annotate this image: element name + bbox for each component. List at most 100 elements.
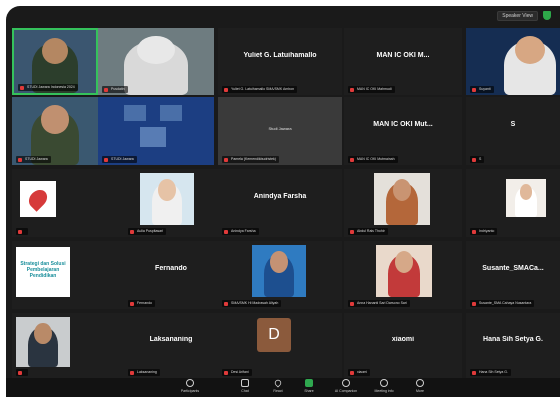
more-icon <box>416 379 424 387</box>
person-head <box>41 105 69 134</box>
person-head <box>270 251 288 274</box>
video-tile[interactable]: Abdul Rais Thohir <box>344 169 462 237</box>
name-label <box>16 369 28 376</box>
participant-name: Laksananing <box>149 336 193 344</box>
person-head <box>519 183 533 200</box>
participant-name: Fernando <box>155 265 187 273</box>
name-label: S <box>470 156 485 163</box>
video-tile[interactable]: Hana Sih Setya G. Hana Sih Setya G. <box>466 313 560 378</box>
profile-picture <box>376 245 432 297</box>
profile-picture <box>140 173 194 225</box>
video-tile[interactable]: Aulia Puspitasari <box>124 169 218 237</box>
participant-name: S <box>510 121 516 129</box>
video-tile[interactable]: STUDI Jawara Indonesia 2024 <box>12 28 98 95</box>
video-tile[interactable]: MAN IC OKI M... MAN IC OKI Mahmudi <box>344 28 462 95</box>
avatar: D <box>257 318 291 352</box>
heart-icon <box>273 378 283 388</box>
name-label: Susante_SMA Cahaya Nusantara <box>470 300 535 307</box>
name-label: SMA/SMK Hi Madrasah Aliyah <box>222 300 282 307</box>
video-tile[interactable]: Anna Hananti Sari Darsono Sari <box>344 241 462 309</box>
meeting-toolbar: Participants Chat React Share AI Compani… <box>6 378 560 397</box>
name-label: Aulia Puspitasari <box>128 228 167 235</box>
share-button[interactable]: Share <box>291 379 327 397</box>
zoom-meeting-window: Speaker View STUDI Jawara Indonesia 2024… <box>6 6 560 397</box>
name-label: MAN IC OKI Mahmudi <box>348 86 395 93</box>
profile-picture <box>252 245 306 297</box>
profile-picture <box>16 317 70 367</box>
participant-name: Susante_SMACa... <box>482 265 544 273</box>
name-label: MAN IC OKI Mutmainah <box>348 156 398 163</box>
video-tile[interactable]: Fernando Fernando <box>124 241 218 309</box>
name-label: STUDI Jawara <box>16 156 51 163</box>
person-head <box>41 37 69 64</box>
video-tile[interactable]: xiaomi xiaomi <box>344 313 462 378</box>
video-tile[interactable]: Anindya Farsha Anindya Farsha <box>218 169 342 237</box>
participant-name: Hana Sih Setya G. <box>483 336 543 344</box>
name-label: Yuliet G. Latuihamallo SMA/SMK Ambon <box>222 86 298 93</box>
chat-button[interactable]: Chat <box>227 379 263 397</box>
participant-name: Yuliet G. Latuihamallo <box>243 52 317 60</box>
video-tile[interactable]: STUDI Jawara <box>98 97 214 165</box>
name-label: Anna Hananti Sari Darsono Sari <box>348 300 410 307</box>
info-icon <box>380 379 388 387</box>
participant-video <box>98 97 214 165</box>
participant-video <box>12 97 98 165</box>
name-label: Hana Sih Setya G. <box>470 369 511 376</box>
participant-name: MAN IC OKI Mut... <box>373 121 433 129</box>
security-shield-icon[interactable] <box>543 11 551 20</box>
person-head <box>34 323 52 344</box>
person-head <box>395 251 413 274</box>
name-label: Abdul Rais Thohir <box>348 228 388 235</box>
video-tile[interactable] <box>12 169 124 237</box>
name-label: Anindya Farsha <box>222 228 259 235</box>
name-label <box>16 228 28 235</box>
participant-video <box>98 28 214 95</box>
view-button[interactable]: Speaker View <box>497 11 538 21</box>
person-head <box>514 36 545 65</box>
profile-picture <box>506 179 546 217</box>
ai-companion-button[interactable]: AI Companion <box>328 379 364 397</box>
participants-button[interactable]: Participants <box>172 379 208 397</box>
participant-name: Anindya Farsha <box>253 193 307 201</box>
name-label: xiaomi <box>348 369 371 376</box>
person-head <box>137 36 175 65</box>
video-tile[interactable]: Laksananing Laksananing <box>124 313 218 378</box>
name-label: STUDI Jawara <box>102 156 137 163</box>
ai-companion-icon <box>342 379 350 387</box>
video-tile[interactable]: Studi Jawara Pamela (Kemendikbudristek) <box>218 97 342 165</box>
video-tile[interactable]: STUDI Jawara <box>12 97 98 165</box>
chat-icon <box>241 379 249 387</box>
name-label: Indriyanto <box>470 228 498 235</box>
video-tile[interactable]: MAN IC OKI Mut... MAN IC OKI Mutmainah <box>344 97 462 165</box>
heart-icon <box>25 186 51 212</box>
name-label: Laksananing <box>128 369 160 376</box>
meeting-info-button[interactable]: Meeting info <box>366 379 402 397</box>
profile-picture <box>20 181 56 217</box>
shared-screen-title: Studi Jawara <box>268 125 292 131</box>
more-button[interactable]: More <box>402 379 438 397</box>
banner-text: Strategi dan Solusi Pembelajaran Pendidi… <box>20 261 66 279</box>
participants-icon <box>186 379 194 387</box>
sub-video-thumbnail <box>160 105 182 121</box>
name-label: Pamela (Kemendikbudristek) <box>222 156 279 163</box>
name-label: Desi Arifani <box>222 369 252 376</box>
name-label: Fernando <box>128 300 155 307</box>
video-tile[interactable]: Suyanti <box>466 28 560 95</box>
sub-video-thumbnail <box>140 127 166 147</box>
participant-name: MAN IC OKI M... <box>376 52 430 60</box>
profile-picture <box>374 173 430 225</box>
participant-video <box>466 28 560 95</box>
name-label: Suyanti <box>470 86 494 93</box>
sub-video-thumbnail <box>124 105 146 121</box>
video-tile[interactable] <box>12 313 124 378</box>
profile-picture: Strategi dan Solusi Pembelajaran Pendidi… <box>16 247 70 297</box>
video-tile[interactable]: Yuliet G. Latuihamallo Yuliet G. Latuiha… <box>218 28 342 95</box>
name-label: STUDI Jawara Indonesia 2024 <box>18 84 78 91</box>
video-tile[interactable]: SMA/SMK Hi Madrasah Aliyah <box>218 241 342 309</box>
person-head <box>158 179 176 202</box>
video-tile[interactable]: Pusdatin <box>98 28 214 95</box>
video-tile[interactable]: Susante_SMACa... Susante_SMA Cahaya Nusa… <box>466 241 560 309</box>
video-tile[interactable]: S S <box>466 97 560 165</box>
video-tile[interactable]: Strategi dan Solusi Pembelajaran Pendidi… <box>12 241 124 309</box>
video-tile[interactable]: Indriyanto <box>466 169 560 237</box>
